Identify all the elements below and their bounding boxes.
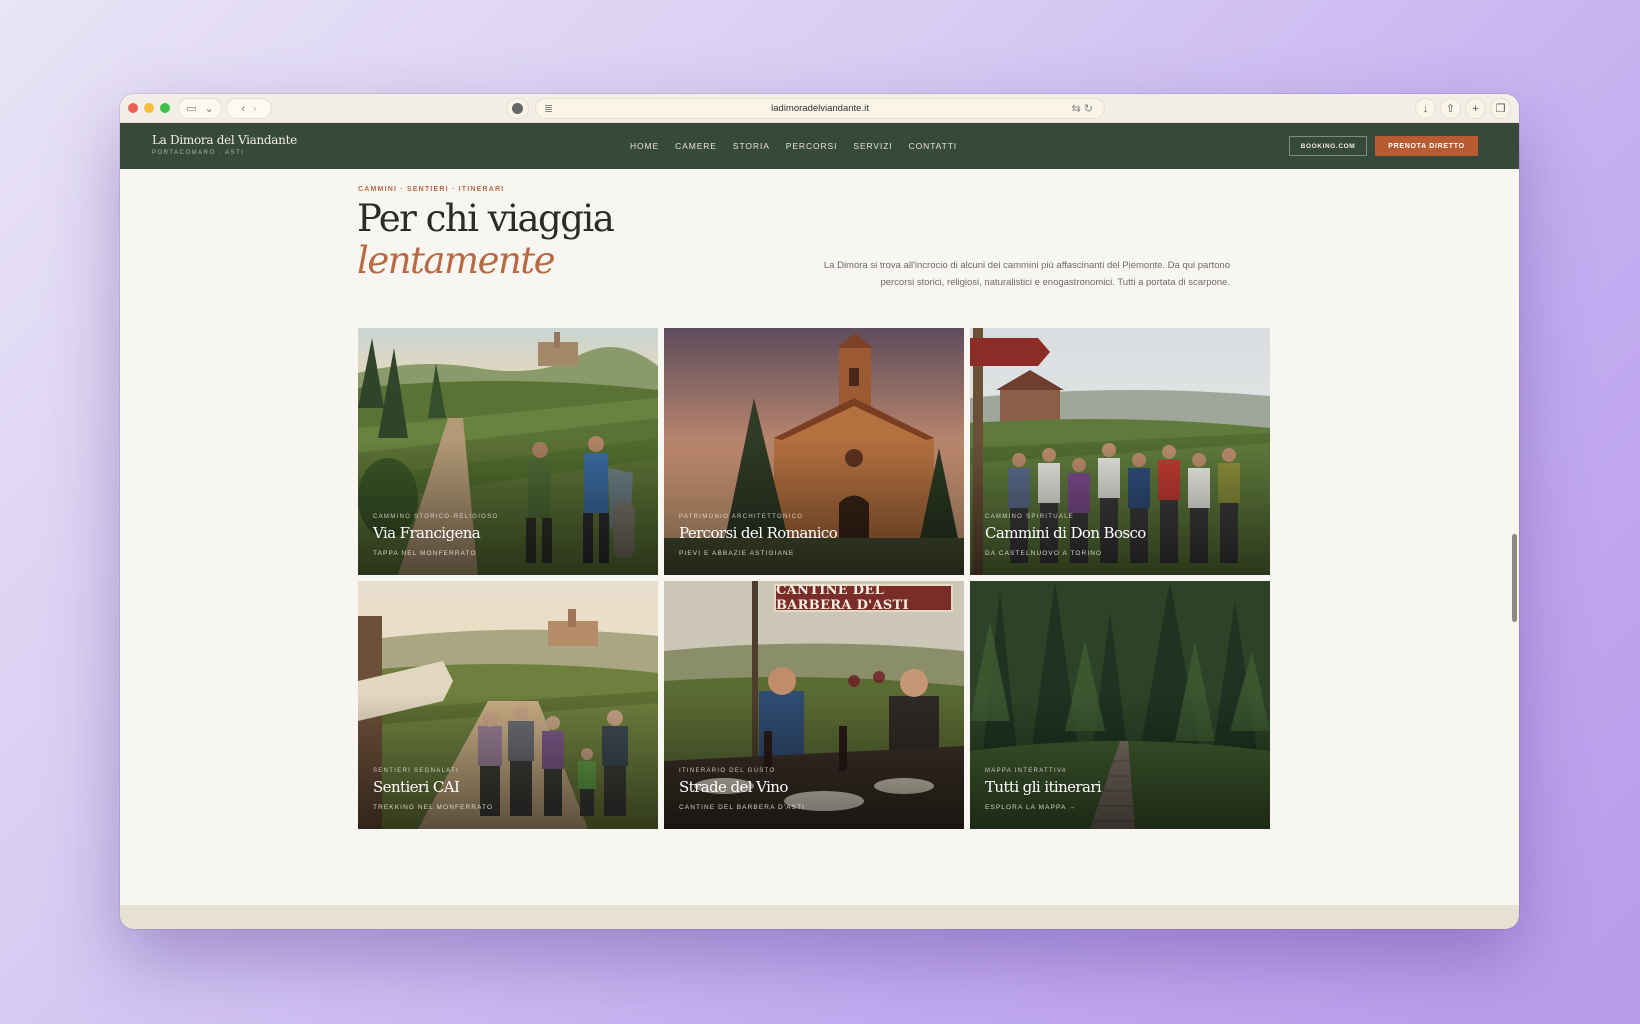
book-direct-button[interactable]: PRENOTA DIRETTO (1375, 136, 1478, 156)
browser-window: ▭ ⌄ ‹ › ≣ ladimoradelviandante.it ⇆↻ ↓ ⇧… (120, 94, 1519, 929)
section-title: Per chi viaggia (357, 197, 615, 240)
back-icon[interactable]: ‹ (241, 103, 245, 115)
nav-contatti[interactable]: CONTATTI (909, 141, 957, 151)
card-kicker: ITINERARIO DEL GUSTO (679, 768, 776, 774)
main-nav: HOME CAMERE STORIA PERCORSI SERVIZI CONT… (630, 123, 957, 169)
history-nav: ‹ › (226, 98, 272, 119)
browser-actions: ↓ ⇧ + ❐ (1415, 98, 1511, 119)
card-tutti-itinerari[interactable]: MAPPA INTERATTIVA Tutti gli itinerari ES… (970, 581, 1270, 829)
new-tab-icon[interactable]: + (1465, 98, 1486, 119)
card-title: Sentieri CAI (373, 778, 460, 796)
card-kicker: MAPPA INTERATTIVA (985, 768, 1068, 774)
zoom-window-button[interactable] (160, 103, 170, 113)
nav-camere[interactable]: CAMERE (675, 141, 717, 151)
itinerary-grid: CAMMINO STORICO-RELIGIOSO Via Francigena… (358, 328, 1270, 833)
translate-reload-icons[interactable]: ⇆↻ (1072, 102, 1096, 115)
card-strade-vino[interactable]: CANTINE DEL BARBERA D'ASTI ITINERARIO DE… (664, 581, 964, 829)
window-controls (128, 103, 170, 113)
shield-icon (512, 103, 523, 114)
page-scrollbar[interactable] (1512, 534, 1517, 622)
footer-edge (120, 905, 1519, 929)
card-kicker: SENTIERI SEGNALATI (373, 768, 459, 774)
address-bar[interactable]: ≣ ladimoradelviandante.it ⇆↻ (535, 98, 1105, 119)
card-title: Tutti gli itinerari (985, 778, 1102, 796)
close-window-button[interactable] (128, 103, 138, 113)
forward-icon[interactable]: › (253, 103, 257, 115)
card-meta: DA CASTELNUOVO A TORINO (985, 550, 1103, 557)
sidebar-toggle-button[interactable]: ▭ ⌄ (178, 98, 222, 119)
share-icon[interactable]: ⇧ (1440, 98, 1461, 119)
card-meta: CANTINE DEL BARBERA D'ASTI (679, 804, 806, 811)
chevron-down-icon: ⌄ (204, 103, 214, 115)
card-kicker: CAMMINO STORICO-RELIGIOSO (373, 514, 499, 520)
section-eyebrow: CAMMINI · SENTIERI · ITINERARI (358, 186, 505, 193)
minimize-window-button[interactable] (144, 103, 154, 113)
nav-servizi[interactable]: SERVIZI (853, 141, 892, 151)
privacy-shield-button[interactable] (506, 98, 529, 119)
card-don-bosco[interactable]: CAMMINO SPIRITUALE Cammini di Don Bosco … (970, 328, 1270, 575)
nav-storia[interactable]: STORIA (733, 141, 770, 151)
nav-home[interactable]: HOME (630, 141, 659, 151)
card-percorsi-romanico[interactable]: PATRIMONIO ARCHITETTONICO Percorsi del R… (664, 328, 964, 575)
card-title: Strade del Vino (679, 778, 788, 796)
site-location: PORTACOMARO · ASTI (152, 150, 245, 156)
section-title-accent: lentamente (357, 239, 556, 282)
site-logo[interactable]: La Dimora del Viandante PORTACOMARO · AS… (152, 133, 297, 156)
card-meta: TAPPA NEL MONFERRATO (373, 550, 477, 557)
booking-com-button[interactable]: BOOKING.COM (1289, 136, 1367, 156)
explore-map-link[interactable]: ESPLORA LA MAPPA → (985, 804, 1077, 811)
card-title: Via Francigena (373, 524, 481, 542)
site-header: La Dimora del Viandante PORTACOMARO · AS… (120, 123, 1519, 169)
tabs-overview-icon[interactable]: ❐ (1490, 98, 1511, 119)
card-title: Cammini di Don Bosco (985, 524, 1146, 542)
card-kicker: PATRIMONIO ARCHITETTONICO (679, 514, 804, 520)
card-via-francigena[interactable]: CAMMINO STORICO-RELIGIOSO Via Francigena… (358, 328, 658, 575)
card-kicker: CAMMINO SPIRITUALE (985, 514, 1075, 520)
download-icon[interactable]: ↓ (1415, 98, 1436, 119)
nav-percorsi[interactable]: PERCORSI (786, 141, 838, 151)
browser-toolbar: ▭ ⌄ ‹ › ≣ ladimoradelviandante.it ⇆↻ ↓ ⇧… (120, 94, 1519, 123)
site-name: La Dimora del Viandante (152, 133, 297, 147)
reader-icon[interactable]: ≣ (544, 102, 553, 115)
card-meta: TREKKING NEL MONFERRATO (373, 804, 494, 811)
card-meta: PIEVI E ABBAZIE ASTIGIANE (679, 550, 795, 557)
url-text: ladimoradelviandante.it (771, 103, 869, 114)
section-intro: La Dimora si trova all'incrocio di alcun… (823, 260, 1230, 288)
sidebar-icon: ▭ (186, 103, 197, 115)
card-sentieri-cai[interactable]: SENTIERI SEGNALATI Sentieri CAI TREKKING… (358, 581, 658, 829)
card-title: Percorsi del Romanico (679, 524, 838, 542)
